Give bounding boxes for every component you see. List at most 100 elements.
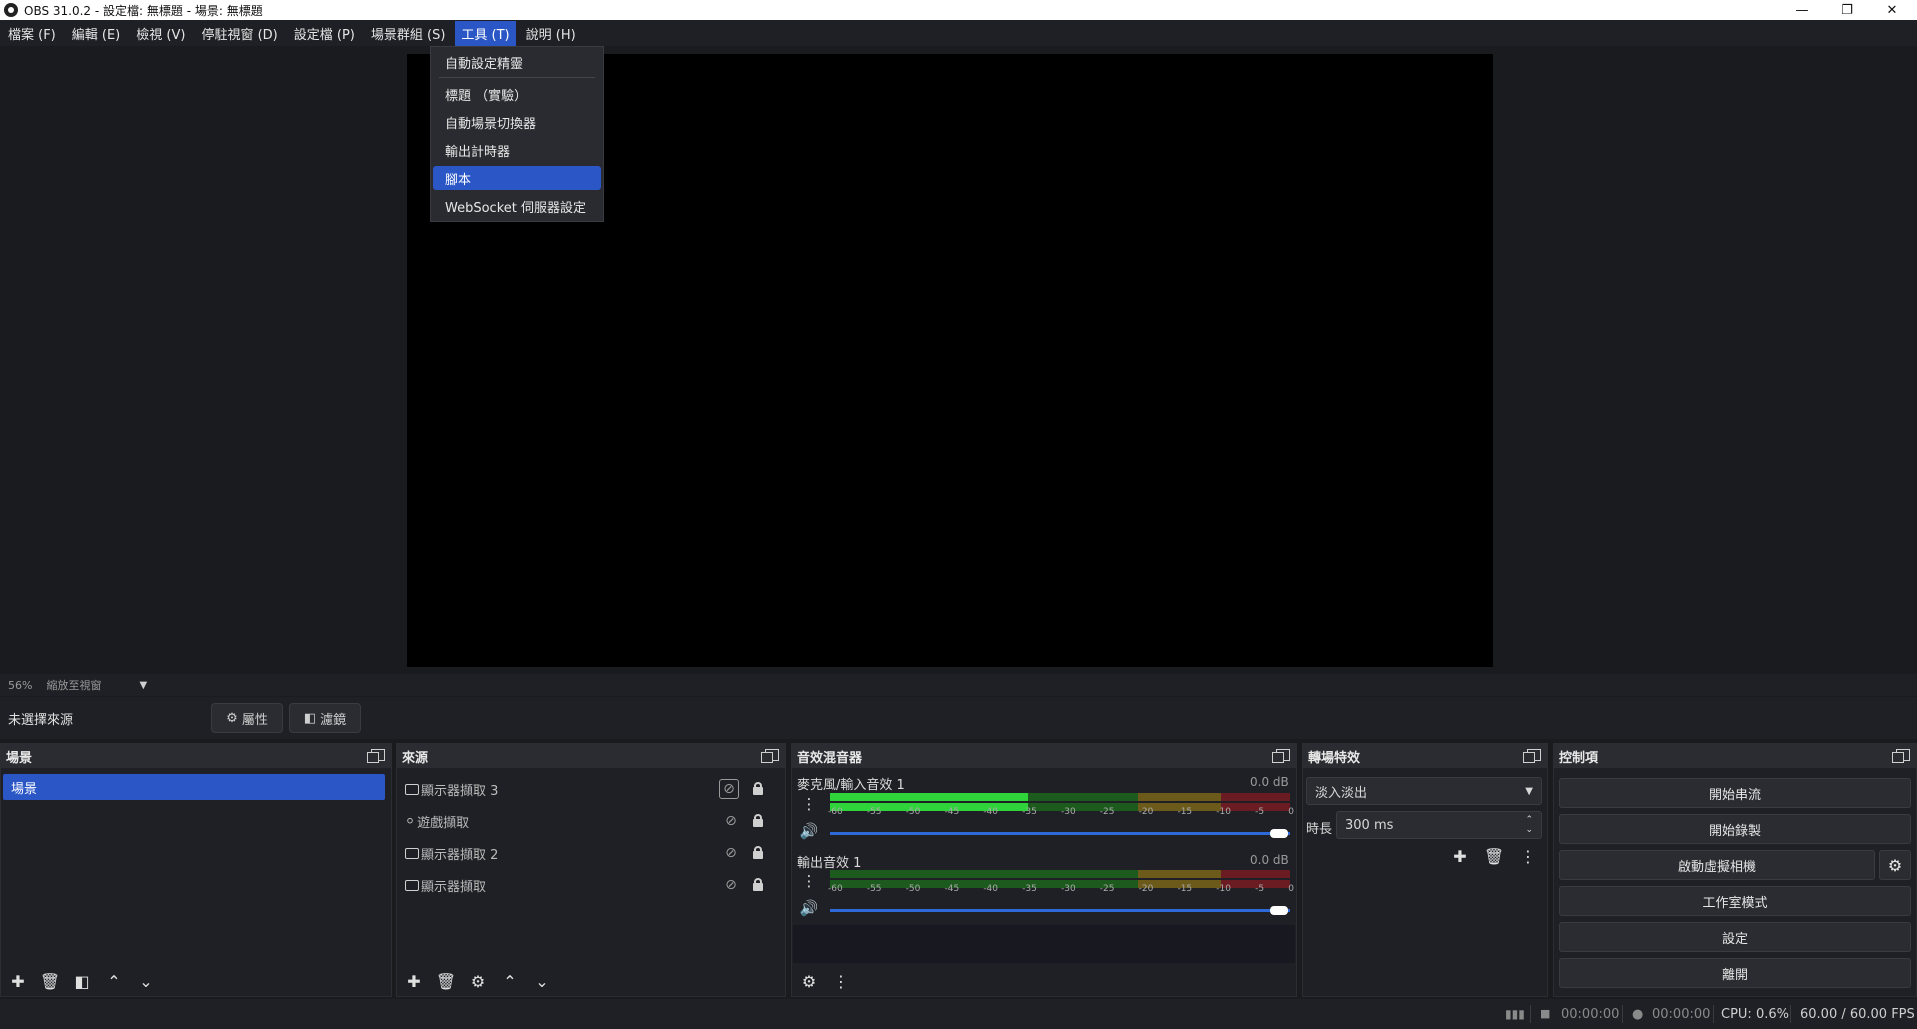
remove-scene-button[interactable]: 🗑 [37,968,63,994]
close-button[interactable]: ✕ [1870,0,1914,20]
remove-transition-button[interactable]: 🗑 [1481,843,1507,869]
transition-menu-button[interactable]: ⋮ [1515,843,1541,869]
restore-button[interactable]: ❐ [1825,0,1869,20]
mixer-empty-area [793,925,1295,963]
add-scene-button[interactable]: ✚ [5,968,31,994]
meter-ticks: -60 -55 -50 -45 -40 -35 -30 -25 -20 -15 -10 -5 0 [828,884,1294,894]
move-up-button[interactable]: ⌃ [101,968,127,994]
lock-icon[interactable] [751,845,765,861]
source-label: 遊戲擷取 [417,815,470,831]
menu-item-captions[interactable]: 標題 （實驗） [433,82,601,106]
visibility-icon[interactable]: ⊘ [723,877,739,893]
duration-value: 300 ms [1345,817,1394,833]
float-dock-icon[interactable] [367,749,385,763]
signal-bars-icon: ▮▮▮ [1505,1007,1525,1021]
float-dock-icon[interactable] [1523,749,1541,763]
menu-help[interactable]: 說明 (H) [520,21,582,46]
duration-spinbox[interactable]: 300 ms ⌃ ⌄ [1336,811,1542,839]
record-icon: ● [1632,1007,1644,1022]
settings-button[interactable]: 設定 [1559,922,1911,952]
volume-slider[interactable] [830,832,1290,835]
meter-tick-label: -30 [1060,884,1076,894]
meter-tick-label: -35 [1022,807,1037,817]
move-up-button[interactable]: ⌃ [497,968,523,994]
spin-arrows-icon[interactable]: ⌃ ⌄ [1525,815,1533,835]
minimize-button[interactable]: — [1780,0,1824,20]
start-virtual-camera-button[interactable]: 啟動虛擬相機 [1559,850,1875,880]
monitor-icon [405,847,419,859]
properties-button[interactable]: ⚙ 屬性 [211,703,283,733]
kebab-menu-icon[interactable]: ⋮ [797,869,821,893]
meter-tick-label: -15 [1177,807,1193,817]
exit-button[interactable]: 離開 [1559,958,1911,988]
menu-profile[interactable]: 設定檔 (P) [288,21,361,46]
menu-item-scripts[interactable]: 腳本 [433,166,601,190]
add-source-button[interactable]: ✚ [401,968,427,994]
scene-item[interactable]: 場景 [3,774,385,800]
menu-file[interactable]: 檔案 (F) [2,21,62,46]
menu-scene-collection[interactable]: 場景群組 (S) [365,21,452,46]
divider [1622,1005,1623,1023]
mixer-dock-header: 音效混音器 [792,744,1296,768]
window-title: OBS 31.0.2 - 設定檔: 無標題 - 場景: 無標題 [24,3,263,18]
float-dock-icon[interactable] [1272,749,1290,763]
move-down-button[interactable]: ⌄ [529,968,555,994]
stream-time: 00:00:00 [1561,1007,1620,1022]
scene-filters-button[interactable]: ◧ [69,968,95,994]
meter-tick-label: -45 [944,884,960,894]
meter-tick-label: -25 [1099,807,1115,817]
source-item[interactable]: 顯示器擷取 2 ⊘ [405,840,775,866]
controls-dock-header: 控制項 [1554,744,1916,768]
lock-icon[interactable] [751,877,765,893]
move-down-button[interactable]: ⌄ [133,968,159,994]
start-recording-button[interactable]: 開始錄製 [1559,814,1911,844]
source-label: 顯示器擷取 [421,879,487,895]
transitions-dock-header: 轉場特效 [1303,744,1547,768]
volume-slider[interactable] [830,909,1290,912]
source-item[interactable]: 顯示器擷取 3 ⊘ [405,776,775,802]
volume-slider-handle[interactable] [1270,829,1288,838]
kebab-menu-icon[interactable]: ⋮ [797,792,821,816]
menu-item-auto-config-wizard[interactable]: 自動設定精靈 [433,50,601,74]
chevron-down-icon[interactable]: ▼ [139,680,147,691]
visibility-icon[interactable]: ⊘ [719,779,739,799]
meter-tick-label: -55 [866,884,882,894]
remove-source-button[interactable]: 🗑 [433,968,459,994]
source-label: 顯示器擷取 2 [421,847,499,863]
menu-tools[interactable]: 工具 (T) [455,20,516,46]
lock-icon[interactable] [751,813,765,829]
source-item[interactable]: 顯示器擷取 ⊘ [405,872,775,898]
zoom-mode-select[interactable]: 縮放至視窗 [46,677,101,693]
float-dock-icon[interactable] [761,749,779,763]
filters-button[interactable]: ◧ 濾鏡 [289,703,361,733]
lock-icon[interactable] [751,781,765,797]
stream-icon: ■ [1540,1007,1551,1020]
add-transition-button[interactable]: ✚ [1447,843,1473,869]
mixer-menu-button[interactable]: ⋮ [828,968,854,994]
meter-tick-label: -60 [828,884,843,894]
menu-item-output-timer[interactable]: 輸出計時器 [433,138,601,162]
visibility-icon[interactable]: ⊘ [723,845,739,861]
menu-docks[interactable]: 停駐視窗 (D) [195,21,283,46]
visibility-icon[interactable]: ⊘ [723,813,739,829]
studio-mode-button[interactable]: 工作室模式 [1559,886,1911,916]
menu-view[interactable]: 檢視 (V) [130,21,191,46]
transition-select[interactable]: 淡入淡出 ▼ [1306,777,1542,805]
sources-dock-header: 來源 [397,744,785,768]
channel-name: 麥克風/輸入音效 1 [797,778,905,793]
meter-tick-label: -55 [866,807,882,817]
volume-slider-handle[interactable] [1270,906,1288,915]
meter-tick-label: -40 [983,807,999,817]
speaker-icon[interactable]: 🔊 [797,896,821,920]
meter-tick-label: -40 [983,884,999,894]
source-properties-button[interactable]: ⚙ [465,968,491,994]
source-item[interactable]: ⚪ 遊戲擷取 ⊘ [405,808,775,834]
menu-item-auto-scene-switcher[interactable]: 自動場景切換器 [433,110,601,134]
menu-item-websocket-settings[interactable]: WebSocket 伺服器設定 [433,194,601,218]
virtual-camera-settings-gear-icon[interactable]: ⚙ [1879,850,1911,880]
menu-edit[interactable]: 編輯 (E) [66,21,127,46]
advanced-audio-button[interactable]: ⚙ [796,968,822,994]
start-streaming-button[interactable]: 開始串流 [1559,778,1911,808]
float-dock-icon[interactable] [1892,749,1910,763]
speaker-icon[interactable]: 🔊 [797,819,821,843]
